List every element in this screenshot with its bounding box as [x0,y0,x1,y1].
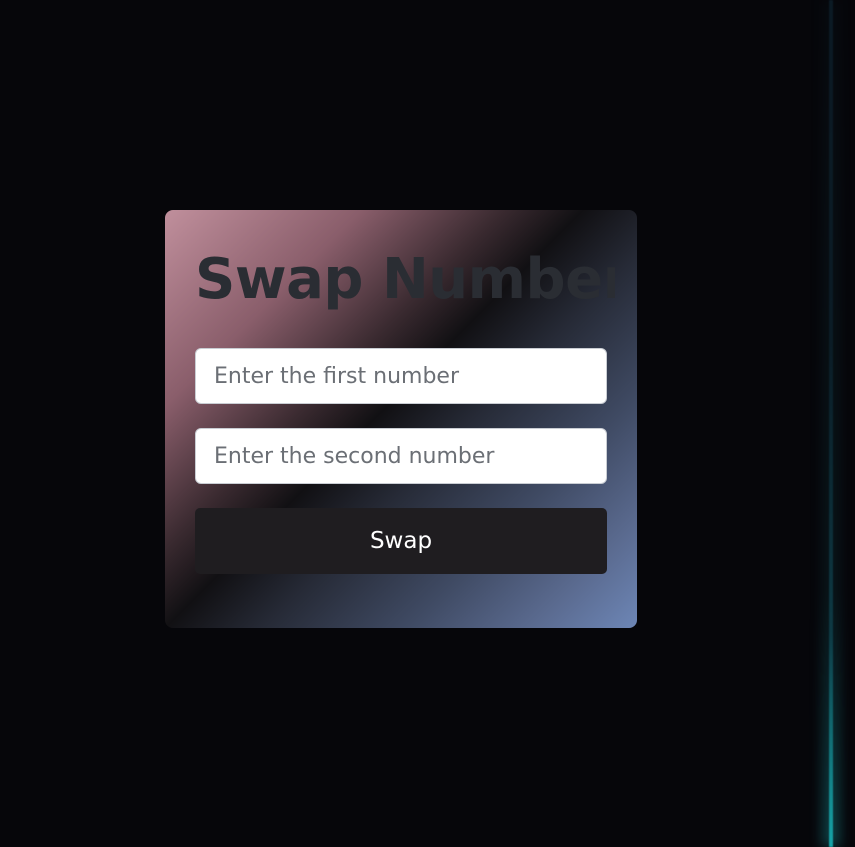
first-number-input[interactable] [195,348,607,404]
card-title: Swap Numbers [195,247,615,312]
swap-card: Swap Numbers Swap [165,210,637,628]
second-number-input[interactable] [195,428,607,484]
swap-button[interactable]: Swap [195,508,607,574]
edge-light-line [829,0,833,847]
page-background: Swap Numbers Swap [0,0,855,847]
